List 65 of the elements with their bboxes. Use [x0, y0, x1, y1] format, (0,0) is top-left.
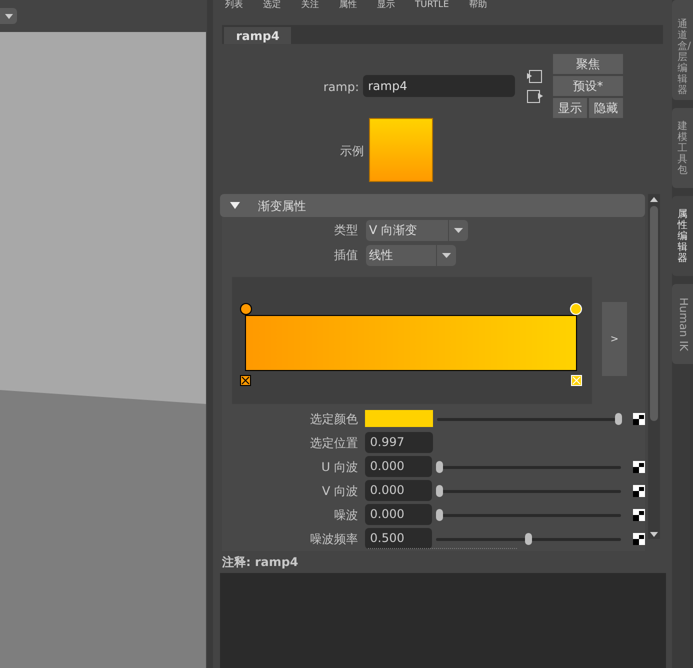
sample-label: 示例: [340, 143, 364, 160]
slider-track[interactable]: [437, 412, 622, 424]
section-header[interactable]: 渐变属性: [220, 194, 645, 217]
node-name-field[interactable]: ramp4: [363, 75, 515, 97]
node-tab[interactable]: ramp4: [224, 27, 292, 44]
slider-thumb[interactable]: [436, 460, 443, 472]
color-stop-handle[interactable]: [240, 303, 252, 315]
caret-icon: [454, 228, 463, 232]
delete-stop-icon[interactable]: [240, 375, 251, 386]
dropdown-field[interactable]: V 向渐变: [366, 220, 468, 240]
menu-item[interactable]: TURTLE: [415, 0, 449, 10]
caret-icon: [442, 252, 451, 258]
gradient-ramp[interactable]: [245, 315, 577, 371]
scroll-down-icon[interactable]: [650, 532, 658, 537]
dropdown-label: 插值: [334, 247, 358, 264]
side-panel-tab[interactable]: 属性编辑器: [672, 196, 693, 276]
dropdown-button[interactable]: [0, 8, 17, 24]
slider-track[interactable]: [436, 484, 621, 496]
focus-button[interactable]: 聚焦: [553, 54, 623, 74]
caret-icon: [4, 14, 12, 18]
node-label: ramp:: [323, 79, 359, 96]
attribute-label: V 向波: [322, 482, 358, 500]
checker-map-icon[interactable]: [633, 484, 645, 496]
side-panel-tab[interactable]: 建模工具包: [672, 108, 693, 188]
checker-map-icon[interactable]: [633, 532, 645, 544]
side-panel-tab[interactable]: Human IK: [672, 284, 693, 364]
input-connection-icon[interactable]: [527, 70, 543, 84]
triangle-icon: [230, 202, 240, 209]
dropdown-field[interactable]: 线性: [366, 244, 456, 266]
number-field[interactable]: 0.000: [365, 480, 432, 501]
color-swatch[interactable]: [365, 410, 433, 427]
slider-track[interactable]: [436, 532, 621, 544]
slider-thumb[interactable]: [615, 412, 622, 424]
checker-map-icon[interactable]: [633, 460, 645, 472]
slider-thumb[interactable]: [436, 484, 443, 496]
notes-label: 注释:: [222, 554, 251, 571]
attribute-label: 噪波频率: [310, 530, 358, 548]
menu-item[interactable]: 属性: [339, 0, 357, 10]
checker-map-icon[interactable]: [633, 508, 645, 520]
number-field[interactable]: 0.997: [365, 432, 433, 453]
slider-track[interactable]: [436, 460, 621, 472]
dropdown-label: 类型: [334, 222, 358, 239]
menu-item[interactable]: 显示: [377, 0, 395, 10]
hide-button[interactable]: 隐藏: [589, 98, 623, 118]
slider-thumb[interactable]: [436, 508, 443, 520]
output-connection-icon[interactable]: [527, 90, 543, 104]
scroll-up-icon[interactable]: [650, 197, 658, 202]
presets-button[interactable]: 预设*: [553, 76, 623, 96]
side-panel-tab[interactable]: 通道盒/层编辑器: [672, 0, 693, 100]
attribute-label: 噪波: [334, 506, 358, 524]
show-button[interactable]: 显示: [553, 98, 587, 118]
notes-field[interactable]: [220, 573, 666, 668]
checker-map-icon[interactable]: [633, 412, 645, 424]
attribute-label: 选定位置: [310, 434, 358, 452]
notes-node-name: ramp4: [254, 554, 298, 571]
number-field[interactable]: 0.000: [365, 504, 432, 525]
number-field[interactable]: 0.500: [365, 528, 432, 549]
slider-track[interactable]: [436, 508, 621, 520]
sample-swatch: [369, 118, 433, 182]
number-field[interactable]: 0.000: [365, 456, 432, 477]
attribute-label: U 向波: [321, 458, 358, 476]
attribute-label: 选定颜色: [310, 410, 358, 428]
slider-thumb[interactable]: [525, 532, 532, 544]
scrollbar[interactable]: [648, 194, 660, 539]
ramp-expand-button[interactable]: >: [602, 302, 627, 376]
